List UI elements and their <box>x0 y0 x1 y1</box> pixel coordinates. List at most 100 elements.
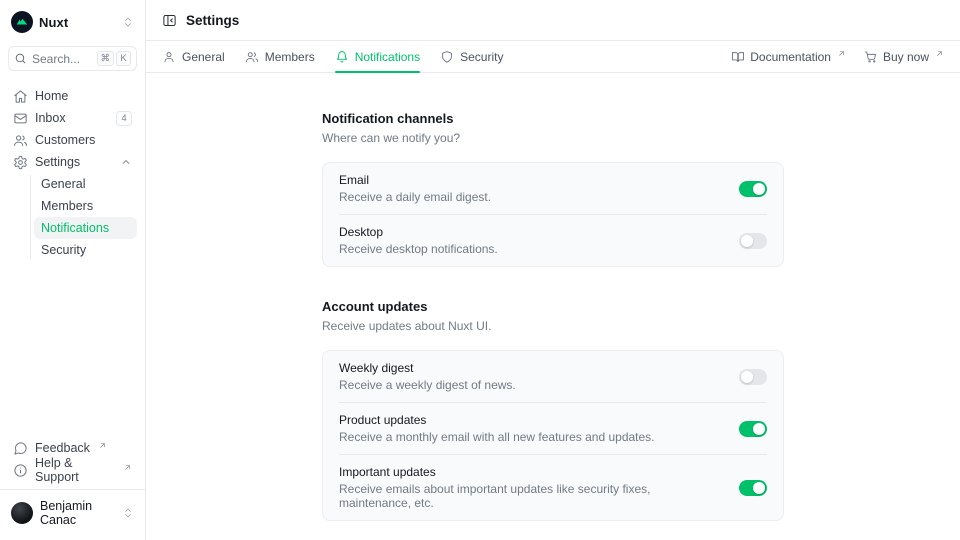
settings-card: Email Receive a daily email digest. Deskto… <box>322 162 784 267</box>
home-icon <box>13 89 28 104</box>
nuxt-logo-icon <box>11 11 33 33</box>
sidebar-settings-submenu: GeneralMembersNotificationsSecurity <box>30 173 137 261</box>
settings-card: Weekly digest Receive a weekly digest of … <box>322 350 784 521</box>
tabs: General Members Notifications Security <box>162 41 503 72</box>
toggle-knob <box>753 183 765 195</box>
sidebar-footer: Benjamin Canac <box>0 489 145 532</box>
sidebar-item-security[interactable]: Security <box>34 239 137 261</box>
chevrons-up-down-icon <box>122 507 134 519</box>
chevron-up-icon <box>120 156 132 168</box>
tab-security[interactable]: Security <box>440 41 503 72</box>
section-account-updates: Account updates Receive updates about Nux… <box>322 299 784 521</box>
product-updates-toggle[interactable] <box>739 421 767 437</box>
nuxt-logo-icon <box>16 16 28 28</box>
external-link-icon <box>123 463 132 472</box>
user-name: Benjamin Canac <box>40 499 115 527</box>
sidebar-item-help-support[interactable]: Help & Support <box>8 459 137 481</box>
toggle-knob <box>741 371 753 383</box>
setting-text: Desktop Receive desktop notifications. <box>339 225 739 256</box>
section-description: Receive updates about Nuxt UI. <box>322 319 784 333</box>
search-icon <box>14 52 27 65</box>
sidebar-collapse-button[interactable] <box>162 13 177 28</box>
setting-text: Important updatesReceive emails about im… <box>339 465 739 510</box>
setting-title: Important updates <box>339 465 715 479</box>
setting-text: Product updatesReceive a monthly email w… <box>339 413 739 444</box>
book-open-icon <box>731 50 745 64</box>
sidebar-item-label: Help & Support <box>35 456 115 484</box>
header-links: Documentation Buy now <box>731 50 944 64</box>
shield-icon <box>440 50 454 64</box>
main-panel: Settings General Members Notifications Secu… <box>146 0 960 540</box>
external-link-icon <box>98 441 107 450</box>
sidebar: Nuxt Search... ⌘K Home Inbox4Customers Set… <box>0 0 146 540</box>
setting-description: Receive a daily email digest. <box>339 190 715 204</box>
sidebar-item-notifications[interactable]: Notifications <box>34 217 137 239</box>
setting-row-weekly-digest: Weekly digest Receive a weekly digest of … <box>323 351 783 402</box>
sidebar-item-home[interactable]: Home <box>8 85 137 107</box>
shortcut-key: K <box>116 51 131 66</box>
sidebar-item-members[interactable]: Members <box>34 195 137 217</box>
desktop-toggle[interactable] <box>739 233 767 249</box>
shopping-cart-icon <box>864 50 878 64</box>
sidebar-item-label: Home <box>35 89 68 103</box>
sidebar-item-customers[interactable]: Customers <box>8 129 137 151</box>
avatar <box>11 502 33 524</box>
tab-members[interactable]: Members <box>245 41 315 72</box>
inbox-count-badge: 4 <box>116 111 132 126</box>
sidebar-item-label: Settings <box>35 155 80 169</box>
tab-general[interactable]: General <box>162 41 225 72</box>
team-selector[interactable]: Nuxt <box>8 8 137 36</box>
email-toggle[interactable] <box>739 181 767 197</box>
sidebar-item-general[interactable]: General <box>34 173 137 195</box>
documentation-link[interactable]: Documentation <box>731 50 846 64</box>
buy-now-link[interactable]: Buy now <box>864 50 944 64</box>
app-window: Nuxt Search... ⌘K Home Inbox4Customers Set… <box>0 0 960 540</box>
setting-title: Weekly digest <box>339 361 715 375</box>
chevrons-up-down-icon <box>122 16 134 28</box>
users-icon <box>245 50 259 64</box>
search-input[interactable]: Search... ⌘K <box>8 46 137 71</box>
section-description: Where can we notify you? <box>322 131 784 145</box>
user-menu[interactable]: Benjamin Canac <box>10 497 135 529</box>
users-icon <box>13 133 28 148</box>
toggle-knob <box>753 423 765 435</box>
setting-row-desktop: Desktop Receive desktop notifications. <box>323 215 783 266</box>
panel-left-close-icon <box>162 13 177 28</box>
search-placeholder: Search... <box>32 52 80 66</box>
settings-content: Notification channelsWhere can we notify… <box>146 73 960 540</box>
setting-text: Weekly digest Receive a weekly digest of … <box>339 361 739 392</box>
sidebar-nav: Home Inbox4Customers Settings GeneralMember… <box>8 85 137 261</box>
setting-text: Email Receive a daily email digest. <box>339 173 739 204</box>
section-title: Account updates <box>322 299 784 314</box>
setting-row-important-updates: Important updatesReceive emails about im… <box>323 455 783 520</box>
external-link-icon <box>837 49 846 58</box>
sidebar-item-settings[interactable]: Settings <box>8 151 137 173</box>
chevrons-up-down-icon <box>122 507 134 519</box>
chevrons-up-down-icon <box>122 16 134 28</box>
search-icon <box>14 52 27 65</box>
message-icon <box>13 441 28 456</box>
tab-label: General <box>182 50 225 64</box>
setting-description: Receive a weekly digest of news. <box>339 378 715 392</box>
toggle-knob <box>753 482 765 494</box>
setting-row-product-updates: Product updatesReceive a monthly email w… <box>323 403 783 454</box>
important-updates-toggle[interactable] <box>739 480 767 496</box>
sidebar-item-inbox[interactable]: Inbox4 <box>8 107 137 129</box>
chevron-up-icon <box>120 156 132 168</box>
setting-title: Product updates <box>339 413 715 427</box>
inbox-icon <box>13 111 28 126</box>
tab-label: Notifications <box>355 50 420 64</box>
sections-container: Notification channelsWhere can we notify… <box>322 73 784 521</box>
tab-notifications[interactable]: Notifications <box>335 41 420 72</box>
setting-title: Email <box>339 173 715 187</box>
tabs-bar: General Members Notifications Security Docu… <box>146 41 960 73</box>
setting-description: Receive desktop notifications. <box>339 242 715 256</box>
setting-title: Desktop <box>339 225 715 239</box>
link-label: Buy now <box>883 50 929 64</box>
sidebar-spacer <box>8 261 137 429</box>
info-icon <box>13 463 28 478</box>
weekly-digest-toggle[interactable] <box>739 369 767 385</box>
setting-row-email: Email Receive a daily email digest. <box>323 163 783 214</box>
page-title: Settings <box>186 13 239 28</box>
toggle-knob <box>741 235 753 247</box>
